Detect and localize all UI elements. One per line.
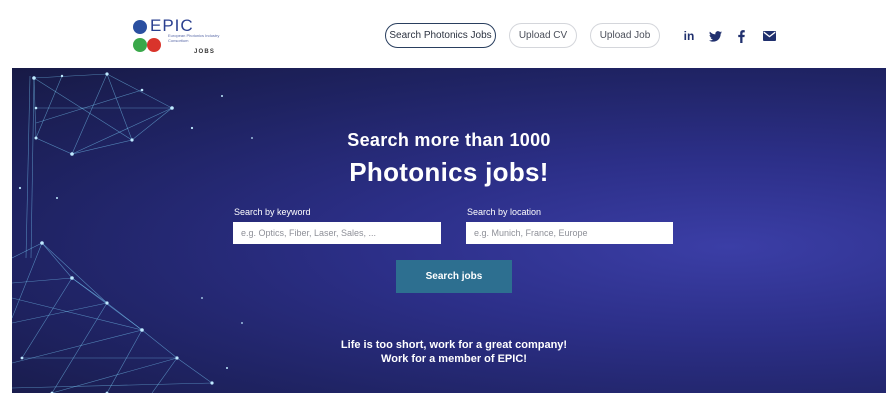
site-header: EPIC European Photonics Industry Consort… bbox=[0, 0, 886, 68]
search-photonics-jobs-button[interactable]: Search Photonics Jobs bbox=[385, 23, 496, 48]
hero-title-line1: Search more than 1000 bbox=[347, 130, 551, 150]
upload-job-button[interactable]: Upload Job bbox=[590, 23, 660, 48]
hero-banner: Search more than 1000 Photonics jobs! Se… bbox=[12, 68, 886, 393]
keyword-search-input[interactable] bbox=[233, 222, 441, 244]
location-search-input[interactable] bbox=[466, 222, 673, 244]
tagline-line1: Life is too short, work for a great comp… bbox=[340, 339, 568, 351]
hero-title-line2: Photonics jobs! bbox=[349, 157, 549, 187]
keyword-label: Search by keyword bbox=[234, 207, 311, 217]
twitter-icon[interactable] bbox=[708, 28, 722, 44]
linkedin-icon[interactable]: in bbox=[682, 28, 696, 44]
facebook-icon[interactable] bbox=[736, 28, 746, 44]
mail-icon[interactable] bbox=[762, 28, 776, 44]
logo-jobs-label: JOBS bbox=[194, 49, 216, 55]
search-jobs-button[interactable]: Search jobs bbox=[396, 260, 512, 293]
epic-logo[interactable]: EPIC European Photonics Industry Consort… bbox=[131, 13, 227, 59]
logo-word: EPIC bbox=[150, 16, 194, 35]
tagline-line2: Work for a member of EPIC! bbox=[381, 353, 527, 365]
location-label: Search by location bbox=[467, 207, 542, 217]
logo-subtitle: European Photonics Industry Consortium bbox=[168, 33, 220, 43]
upload-cv-button[interactable]: Upload CV bbox=[509, 23, 577, 48]
